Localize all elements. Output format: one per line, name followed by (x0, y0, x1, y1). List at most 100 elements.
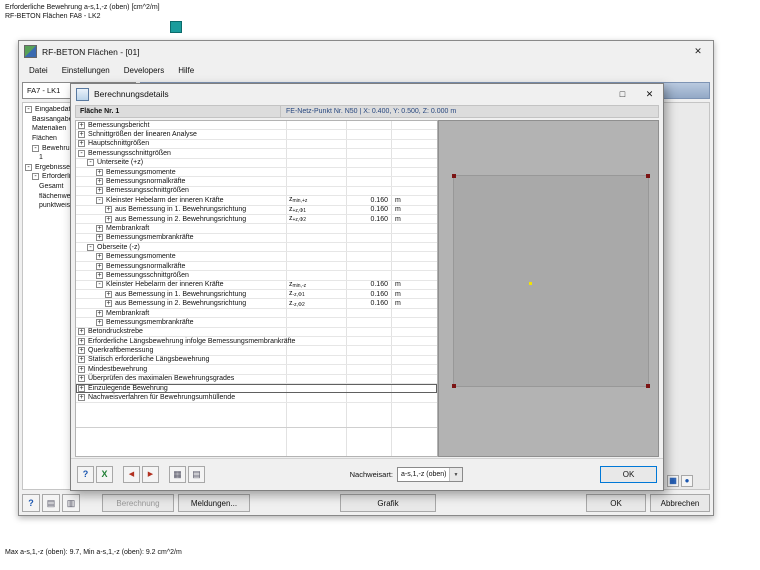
detail-row[interactable]: + Bemessungsnormalkräfte (76, 177, 437, 187)
dialog-titlebar[interactable]: Berechnungsdetails □ ✕ (71, 84, 663, 104)
expand-icon[interactable]: + (96, 168, 103, 176)
detail-row[interactable]: + aus Bemessung in 2. Bewehrungsrichtung z… (76, 215, 437, 225)
detail-row[interactable]: + Bemessungsbericht (76, 121, 437, 131)
detail-row[interactable]: + Hauptschnittgrößen (76, 140, 437, 150)
window-titlebar[interactable]: RF-BETON Flächen - [01] ✕ (19, 41, 713, 62)
expand-icon[interactable]: + (78, 356, 85, 364)
nav-item[interactable]: Materialien (23, 124, 76, 134)
panel-layout-button[interactable]: ▤ (42, 494, 60, 512)
close-button[interactable]: ✕ (636, 84, 663, 104)
chevron-down-icon[interactable]: ▼ (449, 468, 462, 481)
expand-icon[interactable]: + (105, 215, 112, 223)
detail-row[interactable]: + Bemessungsschnittgrößen (76, 187, 437, 197)
detail-row[interactable]: + Bemessungsmembrankräfte (76, 318, 437, 328)
detail-row[interactable]: + Betondruckstrebe (76, 328, 437, 337)
expand-icon[interactable]: + (96, 224, 103, 232)
collapse-icon[interactable]: - (87, 243, 94, 251)
detail-row[interactable]: + Nachweisverfahren für Bewehrungsumhülle… (76, 393, 437, 403)
expand-icon[interactable]: + (96, 318, 103, 326)
detail-row[interactable]: + Statisch erforderliche Längsbewehrung (76, 356, 437, 366)
expand-icon[interactable]: + (105, 290, 112, 298)
berechnung-button[interactable]: Berechnung (102, 494, 174, 512)
expand-icon[interactable]: + (96, 187, 103, 195)
collapse-icon[interactable]: - (32, 173, 39, 181)
collapse-icon[interactable]: - (96, 281, 103, 289)
collapse-icon[interactable]: - (25, 106, 32, 114)
expand-icon[interactable]: + (96, 271, 103, 279)
collapse-icon[interactable]: - (25, 163, 32, 171)
expand-icon[interactable]: + (78, 375, 85, 383)
menu-item-developers[interactable]: Developers (117, 66, 171, 75)
detail-row[interactable]: + Erforderliche Längsbewehrung infolge Be… (76, 337, 437, 347)
detail-row[interactable]: + aus Bemessung in 2. Bewehrungsrichtung z… (76, 299, 437, 309)
help-button[interactable]: ? (22, 494, 40, 512)
abbrechen-button[interactable]: Abbrechen (650, 494, 710, 512)
expand-icon[interactable]: + (78, 121, 85, 129)
detail-row[interactable]: - Oberseite (-z) (76, 243, 437, 253)
expand-icon[interactable]: + (78, 140, 85, 148)
panel-toggle-button[interactable]: ▥ (62, 494, 80, 512)
expand-icon[interactable]: + (78, 384, 85, 392)
detail-row[interactable]: + Bemessungsmomente (76, 252, 437, 262)
expand-icon[interactable]: + (78, 337, 85, 345)
grafik-button[interactable]: Grafik (340, 494, 436, 512)
details-table[interactable]: + Bemessungsbericht + Schnittgrößen der lin… (75, 120, 438, 457)
excel-export-button[interactable]: X (96, 466, 113, 483)
nachweisart-selector[interactable]: a-s,1,-z (oben) ▼ (397, 467, 463, 482)
nav-item[interactable]: flächenweise (23, 191, 76, 201)
detail-row[interactable]: + Bemessungsschnittgrößen (76, 271, 437, 281)
meldungen-button[interactable]: Meldungen... (178, 494, 250, 512)
nav-tree[interactable]: - Eingabedaten Basisangaben Materialien Fläc… (22, 102, 77, 490)
expand-icon[interactable]: + (78, 328, 85, 336)
expand-icon[interactable]: + (96, 253, 103, 261)
detail-row[interactable]: + Bemessungsmomente (76, 168, 437, 178)
menu-item-hilfe[interactable]: Hilfe (171, 66, 201, 75)
nav-item[interactable]: - Ergebnisse (23, 163, 76, 173)
expand-icon[interactable]: + (105, 206, 112, 214)
expand-icon[interactable]: + (78, 347, 85, 355)
expand-icon[interactable]: + (96, 234, 103, 242)
nav-item[interactable]: 1 (23, 153, 76, 163)
detail-row[interactable]: + Bemessungsnormalkräfte (76, 262, 437, 272)
render-mode-button[interactable]: ● (681, 475, 693, 487)
dialog-ok-button[interactable]: OK (600, 466, 657, 483)
collapse-icon[interactable]: - (96, 196, 103, 204)
nav-item[interactable]: -Erforderliche (23, 172, 76, 182)
table-filter-button[interactable]: ▤ (188, 466, 205, 483)
window-close-button[interactable]: ✕ (683, 41, 713, 62)
table-view-button[interactable]: ▦ (169, 466, 186, 483)
nav-item[interactable]: Flächen (23, 134, 76, 144)
help-button[interactable]: ? (77, 466, 94, 483)
detail-row[interactable]: + aus Bemessung in 1. Bewehrungsrichtung z… (76, 290, 437, 300)
ok-button[interactable]: OK (586, 494, 646, 512)
menu-item-datei[interactable]: Datei (22, 66, 55, 75)
detail-row[interactable]: + Mindestbewehrung (76, 365, 437, 375)
collapse-icon[interactable]: - (87, 159, 94, 167)
panel-grid-button[interactable]: ▦ (667, 475, 679, 487)
detail-row[interactable]: + Überprüfen des maximalen Bewehrungsgrad… (76, 375, 437, 384)
nav-item[interactable]: Gesamt (23, 182, 76, 192)
detail-row[interactable]: + Membrankraft (76, 309, 437, 319)
expand-icon[interactable]: + (105, 300, 112, 308)
expand-icon[interactable]: + (78, 365, 85, 373)
collapse-icon[interactable]: - (78, 149, 85, 157)
detail-row[interactable]: + Einzulegende Bewehrung (76, 383, 437, 394)
detail-row[interactable]: - Bemessungsschnittgrößen (76, 149, 437, 159)
nav-item[interactable]: - Bewehrung (23, 143, 76, 153)
detail-row[interactable]: + Schnittgrößen der linearen Analyse (76, 130, 437, 140)
detail-row[interactable]: + Querkraftbemessung (76, 346, 437, 356)
expand-icon[interactable]: + (78, 394, 85, 402)
previous-point-button[interactable]: ◀ (123, 466, 140, 483)
expand-icon[interactable]: + (96, 309, 103, 317)
nav-item[interactable]: - Eingabedaten (23, 105, 76, 115)
collapse-icon[interactable]: - (32, 144, 39, 152)
detail-row[interactable]: - Kleinster Hebelarm der inneren Kräfte zm… (76, 281, 437, 291)
surface-preview[interactable] (438, 120, 659, 457)
nav-item[interactable]: Basisangaben (23, 115, 76, 125)
detail-row[interactable]: + aus Bemessung in 1. Bewehrungsrichtung z… (76, 206, 437, 215)
detail-row[interactable]: + Membrankraft (76, 224, 437, 234)
expand-icon[interactable]: + (96, 262, 103, 270)
detail-row[interactable]: - Kleinster Hebelarm der inneren Kräfte zm… (76, 196, 437, 206)
nav-item[interactable]: punktweise (23, 201, 76, 211)
expand-icon[interactable]: + (96, 178, 103, 186)
